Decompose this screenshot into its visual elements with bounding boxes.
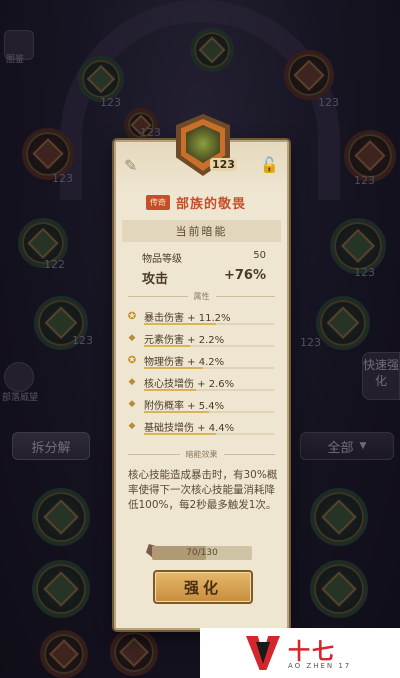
attribute-row: ◆ 附伤概率 + 5.4% <box>126 394 276 414</box>
effect-divider: 暗能效果 <box>128 448 275 460</box>
item-title-row: 传奇 部族的敬畏 <box>146 192 266 212</box>
attribute-roll-bar <box>144 411 274 413</box>
item-portrait-level: 123 <box>210 158 237 171</box>
rarity-badge: 传奇 <box>146 194 170 210</box>
attribute-text: 附伤概率 + 5.4% <box>144 400 225 412</box>
special-attribute-icon: ✪ <box>127 310 137 322</box>
attribute-row: ◆ 元素伤害 + 2.2% <box>126 328 276 348</box>
material-progress: 70/130 <box>152 546 252 560</box>
attribute-roll-bar <box>144 389 274 391</box>
attribute-text: 暴击伤害 + 11.2% <box>144 312 231 324</box>
attribute-text: 核心技增伤 + 2.6% <box>144 378 235 390</box>
diamond-bullet-icon: ◆ <box>128 421 136 431</box>
quill-icon[interactable]: ✎ <box>124 156 137 175</box>
attribute-row: ◆ 核心技增伤 + 2.6% <box>126 372 276 392</box>
attributes-header: 属性 <box>193 291 210 301</box>
attribute-roll-bar <box>144 323 274 325</box>
effect-header: 暗能效果 <box>185 449 218 459</box>
watermark-subtitle: AO ZHEN 17 <box>288 662 352 670</box>
attribute-row: ◆ 基础技增伤 + 4.4% <box>126 416 276 436</box>
watermark: 十七 AO ZHEN 17 <box>200 628 400 678</box>
brand-logo-icon <box>246 636 280 670</box>
item-portrait: 123 <box>176 114 237 176</box>
diamond-bullet-icon: ◆ <box>128 333 136 343</box>
unlock-icon[interactable]: 🔓 <box>260 156 279 174</box>
item-name: 部族的敬畏 <box>176 196 247 212</box>
material-progress-text: 70/130 <box>186 548 218 558</box>
attribute-row: ✪ 物理伤害 + 4.2% <box>126 350 276 370</box>
item-level-label: 物品等级 <box>142 254 182 265</box>
item-subtitle: 当前暗能 <box>122 220 281 242</box>
effect-description: 核心技能造成暴击时，有30%概率使得下一次核心技能量消耗降低100%，每2秒最多… <box>128 469 278 511</box>
diamond-bullet-icon: ◆ <box>128 377 136 387</box>
item-level-row: 物品等级 50 <box>142 250 266 265</box>
upgrade-button[interactable]: 强化 <box>153 570 253 604</box>
attributes-divider: 属性 <box>128 290 275 302</box>
attribute-text: 物理伤害 + 4.2% <box>144 356 225 368</box>
item-tooltip-card: 123 ✎ 🔓 传奇 部族的敬畏 当前暗能 物品等级 50 攻击 +76% 属性… <box>114 114 289 630</box>
attack-value: +76% <box>223 268 266 283</box>
diamond-bullet-icon: ◆ <box>128 399 136 409</box>
attribute-text: 元素伤害 + 2.2% <box>144 334 225 346</box>
item-level-value: 50 <box>253 250 266 261</box>
attribute-roll-bar <box>144 367 274 369</box>
attribute-roll-bar <box>144 345 274 347</box>
special-attribute-icon: ✪ <box>127 354 137 366</box>
attribute-row: ✪ 暴击伤害 + 11.2% <box>126 306 276 326</box>
attack-row: 攻击 +76% <box>142 268 266 287</box>
attack-label: 攻击 <box>142 272 169 287</box>
attribute-text: 基础技增伤 + 4.4% <box>144 422 235 434</box>
attribute-roll-bar <box>144 433 274 435</box>
